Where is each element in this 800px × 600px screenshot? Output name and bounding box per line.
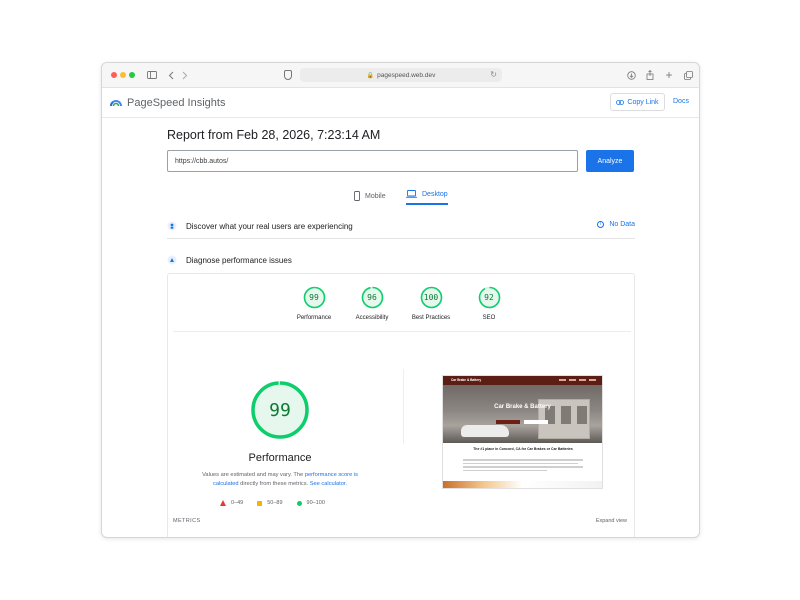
legend-fail: 0–49 xyxy=(220,500,243,506)
analyze-button[interactable]: Analyze xyxy=(586,150,634,172)
preview-body-text xyxy=(463,459,583,473)
score-gauge-seo[interactable]: 92 SEO xyxy=(459,286,519,321)
legend-pass-label: 90–100 xyxy=(306,500,325,506)
performance-title: Performance xyxy=(248,452,312,464)
expand-view-toggle[interactable]: Expand view xyxy=(596,518,627,524)
no-data-label: No Data xyxy=(609,221,635,228)
score-label: Accessibility xyxy=(355,315,389,321)
legend-average: 50–89 xyxy=(257,500,283,506)
info-icon: i xyxy=(597,221,605,228)
app-title[interactable]: PageSpeed Insights xyxy=(127,97,225,109)
users-icon xyxy=(167,221,177,231)
close-window-button[interactable] xyxy=(111,72,117,78)
score-label: SEO xyxy=(482,315,496,321)
tab-overview-icon[interactable] xyxy=(682,68,694,82)
lock-icon: 🔒 xyxy=(366,72,375,79)
field-data-heading: Discover what your real users are experi… xyxy=(186,221,353,231)
lab-data-section: Diagnose performance issues xyxy=(167,250,635,270)
note-text-middle: directly from these metrics. xyxy=(238,481,310,487)
calculator-link[interactable]: See calculator. xyxy=(310,481,347,487)
divider xyxy=(173,331,631,332)
tab-mobile-label: Mobile xyxy=(365,192,386,200)
pagespeed-logo-icon xyxy=(110,100,122,107)
privacy-shield-icon[interactable] xyxy=(284,70,292,80)
link-icon xyxy=(616,99,625,105)
score-gauge-accessibility[interactable]: 96 Accessibility xyxy=(342,286,402,321)
no-data-indicator[interactable]: i No Data xyxy=(597,221,635,228)
new-tab-icon[interactable]: + xyxy=(663,68,675,82)
zoom-window-button[interactable] xyxy=(129,72,135,78)
lab-data-heading: Diagnose performance issues xyxy=(186,255,292,265)
forward-icon[interactable] xyxy=(180,68,190,82)
legend-fail-label: 0–49 xyxy=(231,500,244,506)
pass-circle-icon xyxy=(296,500,302,506)
address-bar-text: pagespeed.web.dev xyxy=(377,71,436,79)
reload-icon[interactable]: ↻ xyxy=(490,70,497,79)
average-square-icon xyxy=(257,500,263,506)
score-label: Best Practices xyxy=(411,315,451,321)
copy-link-label: Copy Link xyxy=(627,98,659,106)
copy-link-button[interactable]: Copy Link xyxy=(610,93,665,111)
download-icon[interactable] xyxy=(625,68,637,82)
divider xyxy=(403,369,404,444)
preview-hero-title: Car Brake & Battery xyxy=(494,404,551,410)
score-label: Performance xyxy=(296,315,332,321)
score-legend: 0–49 50–89 90–100 xyxy=(220,500,325,506)
preview-body-title: The #1 place in Concord, CA for Car Brak… xyxy=(473,447,573,451)
sidebar-icon[interactable] xyxy=(146,68,158,82)
share-icon[interactable] xyxy=(644,68,656,82)
tab-desktop[interactable]: Desktop xyxy=(406,187,448,205)
browser-toolbar: 🔒 pagespeed.web.dev ↻ + xyxy=(102,63,699,88)
score-ring: 92 xyxy=(478,286,501,309)
url-input[interactable]: https://cbb.autos/ xyxy=(167,150,578,172)
metrics-label: METRICS xyxy=(173,518,201,524)
tab-desktop-label: Desktop xyxy=(422,190,448,198)
performance-score-value: 99 xyxy=(269,399,291,421)
legend-average-label: 50–89 xyxy=(267,500,283,506)
preview-car xyxy=(461,425,509,437)
lab-icon xyxy=(167,255,177,265)
preview-nav-links xyxy=(559,379,596,381)
preview-brand: Car Brake & Battery xyxy=(451,378,482,382)
score-value: 100 xyxy=(423,293,439,302)
legend-pass: 90–100 xyxy=(296,500,325,506)
preview-button-primary xyxy=(496,420,520,424)
back-icon[interactable] xyxy=(166,68,176,82)
docs-link[interactable]: Docs xyxy=(673,98,689,105)
mobile-icon xyxy=(354,191,360,201)
minimize-window-button[interactable] xyxy=(120,72,126,78)
score-gauge-performance[interactable]: 99 Performance xyxy=(284,286,344,321)
preview-button-secondary xyxy=(524,420,548,424)
score-ring: 100 xyxy=(420,286,443,309)
score-gauge-best-practices[interactable]: 100 Best Practices xyxy=(401,286,461,321)
tab-mobile[interactable]: Mobile xyxy=(354,187,386,205)
psi-header: PageSpeed Insights Copy Link Docs xyxy=(102,88,699,118)
score-value: 99 xyxy=(309,293,319,302)
desktop-icon xyxy=(406,190,417,198)
fail-triangle-icon xyxy=(220,500,226,506)
lighthouse-report-card: 99 Performance 96 Accessibility 100 Best… xyxy=(167,273,635,537)
preview-hero-image: Car Brake & Battery xyxy=(443,385,602,443)
score-ring: 99 xyxy=(303,286,326,309)
report-title: Report from Feb 28, 2026, 7:23:14 AM xyxy=(167,128,381,142)
performance-note: Values are estimated and may vary. The p… xyxy=(189,471,371,489)
preview-navbar: Car Brake & Battery xyxy=(443,376,602,385)
preview-bottom-image xyxy=(443,481,602,488)
score-value: 96 xyxy=(367,293,377,302)
performance-gauge-large: 99 xyxy=(250,380,310,440)
score-ring: 96 xyxy=(361,286,384,309)
browser-window: 🔒 pagespeed.web.dev ↻ + PageSpeed Insigh… xyxy=(101,62,700,538)
final-screenshot-preview[interactable]: Car Brake & Battery Car Brake & Battery … xyxy=(442,375,603,489)
address-bar[interactable]: 🔒 pagespeed.web.dev ↻ xyxy=(300,68,502,82)
note-text-prefix: Values are estimated and may vary. The xyxy=(202,472,305,478)
score-value: 92 xyxy=(484,293,494,302)
field-data-section[interactable]: Discover what your real users are experi… xyxy=(167,214,635,239)
